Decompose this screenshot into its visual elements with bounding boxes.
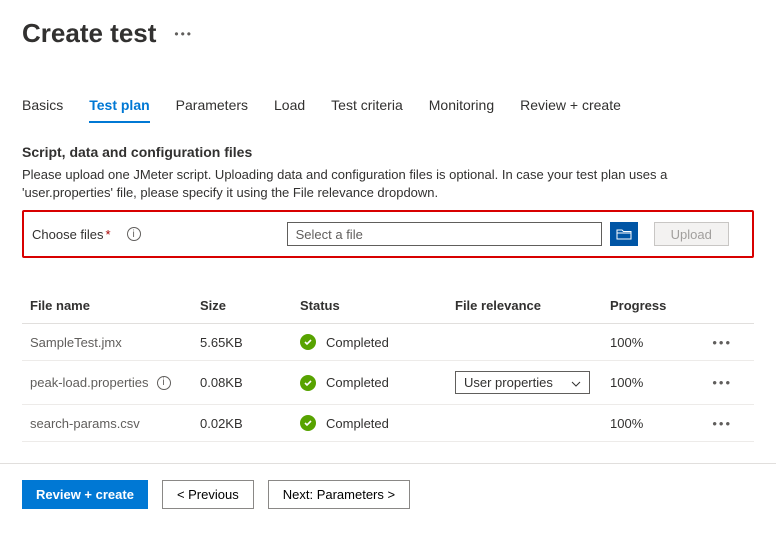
file-select-input[interactable]: Select a file <box>287 222 602 246</box>
tab-review-create[interactable]: Review + create <box>520 91 621 123</box>
info-icon[interactable]: i <box>127 227 141 241</box>
previous-button[interactable]: < Previous <box>162 480 254 509</box>
choose-files-label: Choose files* <box>32 227 111 242</box>
row-more-icon[interactable]: ••• <box>692 335 732 350</box>
tab-basics[interactable]: Basics <box>22 91 63 123</box>
file-status-cell: Completed <box>300 334 455 350</box>
check-icon <box>300 415 316 431</box>
check-icon <box>300 375 316 391</box>
files-table: File name Size Status File relevance Pro… <box>22 288 754 442</box>
row-more-icon[interactable]: ••• <box>692 416 732 431</box>
file-size-cell: 5.65KB <box>200 335 300 350</box>
table-row: SampleTest.jmx5.65KBCompleted 100%••• <box>22 324 754 361</box>
col-file-name: File name <box>30 298 200 313</box>
file-relevance-cell: User properties <box>455 371 610 394</box>
file-name-cell: search-params.csv <box>30 416 200 431</box>
browse-button[interactable] <box>610 222 638 246</box>
review-create-button[interactable]: Review + create <box>22 480 148 509</box>
col-progress: Progress <box>610 298 692 313</box>
file-progress-cell: 100% <box>610 416 692 431</box>
file-progress-cell: 100% <box>610 375 692 390</box>
col-file-relevance: File relevance <box>455 298 610 313</box>
file-size-cell: 0.02KB <box>200 416 300 431</box>
col-size: Size <box>200 298 300 313</box>
file-status-cell: Completed <box>300 375 455 391</box>
tab-test-plan[interactable]: Test plan <box>89 91 149 123</box>
check-icon <box>300 334 316 350</box>
tab-load[interactable]: Load <box>274 91 305 123</box>
row-more-icon[interactable]: ••• <box>692 375 732 390</box>
section-title: Script, data and configuration files <box>22 144 754 160</box>
tab-bar: Basics Test plan Parameters Load Test criter… <box>22 91 754 124</box>
tab-monitoring[interactable]: Monitoring <box>429 91 494 123</box>
upload-button[interactable]: Upload <box>654 222 729 246</box>
folder-icon <box>616 228 632 240</box>
section-description: Please upload one JMeter script. Uploadi… <box>22 166 754 202</box>
tab-test-criteria[interactable]: Test criteria <box>331 91 403 123</box>
file-relevance-select[interactable]: User properties <box>455 371 590 394</box>
choose-files-row: Choose files* i Select a file Upload <box>22 210 754 258</box>
next-button[interactable]: Next: Parameters > <box>268 480 410 509</box>
file-name-cell: peak-load.propertiesi <box>30 375 200 390</box>
file-name-cell: SampleTest.jmx <box>30 335 200 350</box>
file-size-cell: 0.08KB <box>200 375 300 390</box>
required-asterisk: * <box>106 227 111 242</box>
tab-parameters[interactable]: Parameters <box>176 91 248 123</box>
page-title: Create test <box>22 18 156 49</box>
more-icon[interactable]: ••• <box>174 27 193 41</box>
chevron-down-icon <box>571 375 581 390</box>
col-status: Status <box>300 298 455 313</box>
file-progress-cell: 100% <box>610 335 692 350</box>
info-icon[interactable]: i <box>157 376 171 390</box>
footer-divider <box>0 463 776 464</box>
table-row: peak-load.propertiesi0.08KBCompletedUser… <box>22 361 754 405</box>
table-row: search-params.csv0.02KBCompleted 100%••• <box>22 405 754 442</box>
file-status-cell: Completed <box>300 415 455 431</box>
